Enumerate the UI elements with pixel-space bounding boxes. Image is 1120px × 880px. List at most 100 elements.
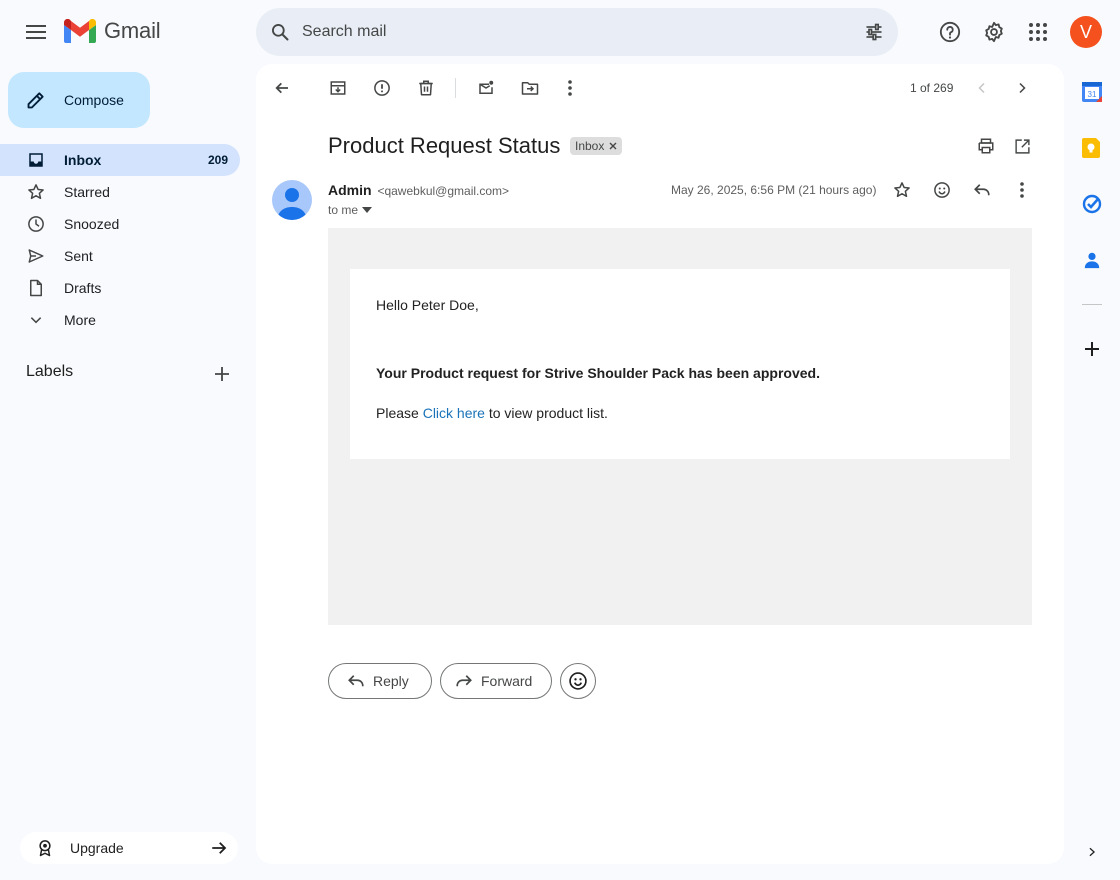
plus-icon xyxy=(1085,342,1099,356)
archive-button[interactable] xyxy=(322,72,354,104)
label-chip-text: Inbox xyxy=(575,139,605,153)
sidebar-item-label: Inbox xyxy=(64,152,102,168)
search-input[interactable]: Search mail xyxy=(302,23,864,41)
forward-label: Forward xyxy=(481,673,533,689)
contacts-app-button[interactable] xyxy=(1078,246,1106,274)
mail-unread-icon xyxy=(479,80,494,94)
report-spam-button[interactable] xyxy=(366,72,398,104)
message-body: Hello Peter Doe, Your Product request fo… xyxy=(328,228,1032,625)
create-label-button[interactable] xyxy=(208,360,236,388)
sidebar-item-label: More xyxy=(64,312,96,328)
print-all-button[interactable] xyxy=(972,132,1000,160)
reply-button[interactable]: Reply xyxy=(328,663,432,699)
google-apps-button[interactable] xyxy=(1018,12,1058,52)
folder-move-icon xyxy=(521,82,539,95)
chevron-right-icon xyxy=(1019,82,1026,94)
star-button[interactable] xyxy=(888,176,916,204)
keep-app-button[interactable] xyxy=(1078,134,1106,162)
apps-grid-icon xyxy=(1029,23,1047,41)
star-outline-icon xyxy=(894,182,910,198)
account-avatar[interactable]: V xyxy=(1070,16,1102,48)
sidebar-item-starred[interactable]: Starred xyxy=(0,176,240,208)
calendar-day: 31 xyxy=(1088,90,1097,99)
trash-icon xyxy=(419,80,433,96)
tasks-icon xyxy=(1082,194,1102,214)
award-icon xyxy=(39,840,51,857)
mark-unread-button[interactable] xyxy=(470,72,502,104)
move-to-button[interactable] xyxy=(514,72,546,104)
sidebar-item-more[interactable]: More xyxy=(0,304,240,336)
tasks-app-button[interactable] xyxy=(1078,190,1106,218)
gmail-wordmark: Gmail xyxy=(104,18,161,43)
side-panel-divider xyxy=(1082,304,1102,305)
support-button[interactable] xyxy=(930,12,970,52)
email-greeting: Hello Peter Doe, xyxy=(376,297,479,313)
labels-heading: Labels xyxy=(26,363,74,380)
toolbar-divider xyxy=(455,78,456,98)
search-options-icon[interactable] xyxy=(864,22,884,42)
open-in-new-icon xyxy=(1014,138,1030,154)
compose-label: Compose xyxy=(64,92,124,108)
back-to-inbox-button[interactable] xyxy=(266,72,298,104)
sidebar-item-inbox[interactable]: Inbox 209 xyxy=(0,144,240,176)
search-bar[interactable]: Search mail xyxy=(256,8,898,56)
newer-button[interactable] xyxy=(966,72,998,104)
draft-icon xyxy=(26,278,46,298)
open-new-window-button[interactable] xyxy=(1008,132,1036,160)
gmail-m-icon xyxy=(64,19,96,43)
sidebar-item-snoozed[interactable]: Snoozed xyxy=(0,208,240,240)
keep-icon xyxy=(1082,138,1100,158)
chevron-right-icon xyxy=(1089,847,1096,857)
report-icon xyxy=(374,80,390,96)
email-cta-line: Please Click here to view product list. xyxy=(376,405,608,421)
label-chip-inbox[interactable]: Inbox xyxy=(570,137,623,155)
click-here-link[interactable]: Click here xyxy=(423,405,485,421)
emoji-reaction-button[interactable] xyxy=(560,663,596,699)
arrow-left-icon xyxy=(275,82,288,94)
forward-button[interactable]: Forward xyxy=(440,663,552,699)
hamburger-menu-icon xyxy=(26,25,46,39)
compose-button[interactable]: Compose xyxy=(8,72,150,128)
sidebar-item-label: Starred xyxy=(64,184,110,200)
older-button[interactable] xyxy=(1006,72,1038,104)
pagination-count: 1 of 269 xyxy=(910,81,954,95)
forward-icon xyxy=(456,675,472,687)
more-vert-icon xyxy=(568,80,572,96)
sidebar-item-label: Snoozed xyxy=(64,216,120,232)
gmail-logo[interactable]: Gmail xyxy=(64,18,161,44)
message-more-button[interactable] xyxy=(1008,176,1036,204)
search-icon[interactable] xyxy=(270,22,290,42)
star-icon xyxy=(26,182,46,202)
remove-label-icon[interactable] xyxy=(609,142,617,150)
upgrade-button[interactable]: Upgrade xyxy=(20,832,238,864)
inbox-icon xyxy=(26,150,46,170)
message-view: 1 of 269 Product Request Status Inbox Ad… xyxy=(256,64,1064,864)
delete-button[interactable] xyxy=(410,72,442,104)
print-icon xyxy=(978,138,994,154)
caret-down-icon xyxy=(362,207,373,213)
reply-icon-button[interactable] xyxy=(968,176,996,204)
chevron-down-icon xyxy=(26,310,46,330)
sender-name[interactable]: Admin xyxy=(328,182,372,198)
clock-icon xyxy=(26,214,46,234)
calendar-icon: 31 xyxy=(1082,82,1102,102)
message-subject: Product Request Status xyxy=(328,133,561,158)
sender-avatar[interactable] xyxy=(272,180,312,220)
add-reaction-button[interactable] xyxy=(928,176,956,204)
help-icon xyxy=(939,21,961,43)
recipients-toggle[interactable]: to me xyxy=(328,203,373,217)
main-menu-button[interactable] xyxy=(16,12,56,52)
sidebar-item-drafts[interactable]: Drafts xyxy=(0,272,240,304)
show-side-panel-button[interactable] xyxy=(1078,838,1106,866)
settings-button[interactable] xyxy=(974,12,1014,52)
chevron-left-icon xyxy=(978,82,985,94)
send-icon xyxy=(26,246,46,266)
calendar-app-button[interactable]: 31 xyxy=(1078,78,1106,106)
more-actions-button[interactable] xyxy=(554,72,586,104)
email-content-card: Hello Peter Doe, Your Product request fo… xyxy=(350,269,1010,459)
message-date: May 26, 2025, 6:56 PM (21 hours ago) xyxy=(671,183,877,197)
cta-prefix: Please xyxy=(376,405,423,421)
sidebar-item-sent[interactable]: Sent xyxy=(0,240,240,272)
reply-label: Reply xyxy=(373,673,409,689)
get-addons-button[interactable] xyxy=(1078,335,1106,363)
